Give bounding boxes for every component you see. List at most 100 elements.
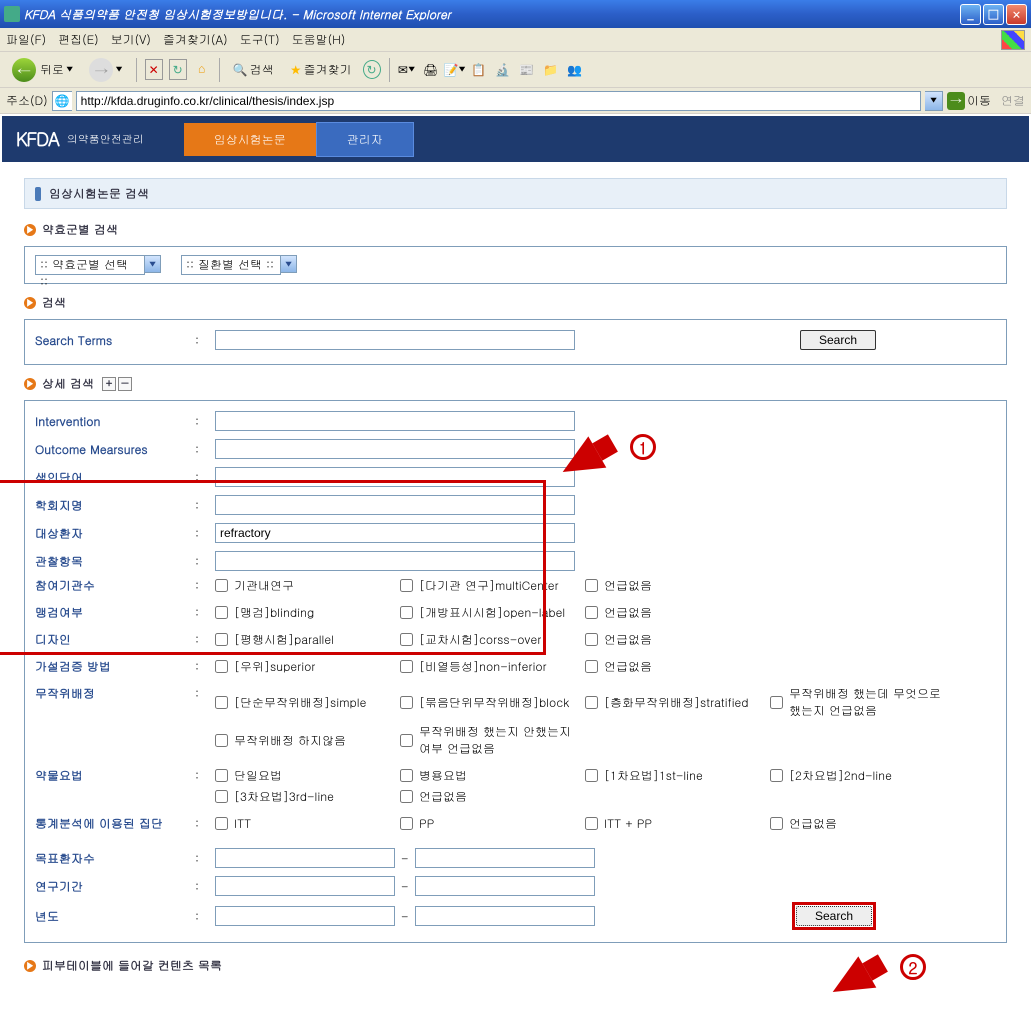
- chk-blind-b[interactable]: [개방표시시험]open-label: [400, 604, 585, 621]
- tab-clinical[interactable]: 임상시험논문: [184, 123, 316, 156]
- chk-blind-c[interactable]: 언급없음: [585, 604, 770, 621]
- select-disease[interactable]: :: 질환별 선택 ::: [181, 255, 281, 275]
- chk-stats-a[interactable]: ITT: [215, 815, 400, 832]
- chk-hyp-a[interactable]: [우위]superior: [215, 658, 400, 675]
- address-dropdown[interactable]: ▼: [925, 91, 943, 111]
- input-year-from[interactable]: [215, 906, 395, 926]
- input-target-from[interactable]: [215, 848, 395, 868]
- chk-rand-f[interactable]: 무작위배정 했는지 안했는지 여부 언급없음: [400, 723, 585, 757]
- forward-button[interactable]: → ▼: [83, 56, 128, 84]
- sub-detail-label: 상세 검색: [42, 375, 94, 392]
- section-main-label: 임상시험논문 검색: [49, 185, 149, 202]
- print-button[interactable]: 🖨: [421, 60, 441, 80]
- label-outcome: Outcome Mearsures: [35, 441, 195, 458]
- chk-hyp-c[interactable]: 언급없음: [585, 658, 770, 675]
- chk-hyp-b[interactable]: [비열등성]non-inferior: [400, 658, 585, 675]
- home-button[interactable]: ⌂: [192, 60, 212, 80]
- chk-stats-c[interactable]: ITT + PP: [585, 815, 770, 832]
- page-icon: 🌐: [52, 91, 72, 111]
- menu-edit[interactable]: 편집(E): [58, 31, 99, 48]
- app-icon: [4, 6, 20, 22]
- input-period-from[interactable]: [215, 876, 395, 896]
- input-observation[interactable]: [215, 551, 575, 571]
- input-search-terms[interactable]: [215, 330, 575, 350]
- kfda-logo: KFDA: [16, 127, 59, 152]
- menu-help[interactable]: 도움말(H): [292, 31, 346, 48]
- history-button[interactable]: ↻: [362, 60, 382, 80]
- search-button[interactable]: 🔍 검색: [227, 59, 280, 80]
- input-year-to[interactable]: [415, 906, 595, 926]
- feed-button[interactable]: 📰: [517, 60, 537, 80]
- chk-rand-e[interactable]: 무작위배정 하지않음: [215, 723, 400, 757]
- chk-drug-b[interactable]: 병용요법: [400, 767, 585, 784]
- chk-inst-b[interactable]: [다기관 연구]multiCenter: [400, 577, 585, 594]
- maximize-button[interactable]: □: [983, 4, 1004, 25]
- expand-button[interactable]: +: [102, 377, 116, 391]
- discuss-button[interactable]: 📋: [469, 60, 489, 80]
- chk-rand-d[interactable]: 무작위배정 했는데 무엇으로 했는지 언급없음: [770, 685, 955, 719]
- back-button[interactable]: ← 뒤로 ▼: [6, 56, 79, 84]
- chk-design-c[interactable]: 언급없음: [585, 631, 770, 648]
- chk-blind-a[interactable]: [맹검]blinding: [215, 604, 400, 621]
- address-input[interactable]: [76, 91, 921, 111]
- collapse-button[interactable]: −: [118, 377, 132, 391]
- chk-stats-d[interactable]: 언급없음: [770, 815, 955, 832]
- chk-stats-b[interactable]: PP: [400, 815, 585, 832]
- chk-rand-c[interactable]: [층화무작위배정]stratified: [585, 685, 770, 719]
- links-label[interactable]: 연결: [1001, 92, 1025, 109]
- bullet-icon: ▶: [24, 960, 36, 972]
- chk-rand-b[interactable]: [묶음단위무작위배정]block: [400, 685, 585, 719]
- chk-drug-a[interactable]: 단일요법: [215, 767, 400, 784]
- input-journal[interactable]: [215, 495, 575, 515]
- tab-admin[interactable]: 관리자: [316, 122, 414, 157]
- research-button[interactable]: 🔬: [493, 60, 513, 80]
- chk-design-b[interactable]: [교차시험]corss-over: [400, 631, 585, 648]
- label-drug: 약물요법: [35, 767, 195, 784]
- menu-tools[interactable]: 도구(T): [240, 31, 280, 48]
- input-period-to[interactable]: [415, 876, 595, 896]
- chevron-down-icon[interactable]: ▼: [281, 255, 297, 273]
- chk-drug-d[interactable]: [2차요법]2nd-line: [770, 767, 955, 784]
- chk-inst-a[interactable]: 기관내연구: [215, 577, 400, 594]
- chk-drug-c[interactable]: [1차요법]1st-line: [585, 767, 770, 784]
- input-keyword[interactable]: [215, 467, 575, 487]
- star-icon: ★: [290, 61, 302, 78]
- chk-drug-e[interactable]: [3차요법]3rd-line: [215, 788, 400, 805]
- minimize-button[interactable]: _: [960, 4, 981, 25]
- select-efficacy[interactable]: :: 약효군별 선택 ::: [35, 255, 145, 275]
- go-button[interactable]: → 이동: [947, 92, 991, 110]
- input-intervention[interactable]: [215, 411, 575, 431]
- search-button-top[interactable]: Search: [800, 330, 876, 350]
- refresh-button[interactable]: ↻: [168, 60, 188, 80]
- edit-button[interactable]: 📝▼: [445, 60, 465, 80]
- menu-view[interactable]: 보기(V): [111, 31, 151, 48]
- chevron-down-icon[interactable]: ▼: [145, 255, 161, 273]
- label-blinding: 맹검여부: [35, 604, 195, 621]
- stop-button[interactable]: ✕: [144, 60, 164, 80]
- label-search-terms: Search Terms: [35, 332, 195, 349]
- input-patient[interactable]: [215, 523, 575, 543]
- detail-box: Intervention: Outcome Mearsures: 색인단어: 학…: [24, 400, 1007, 943]
- back-arrow-icon: ←: [12, 58, 36, 82]
- chk-drug-f[interactable]: 언급없음: [400, 788, 585, 805]
- label-keyword: 색인단어: [35, 469, 195, 486]
- close-button[interactable]: ×: [1006, 4, 1027, 25]
- mail-button[interactable]: ✉▼: [397, 60, 417, 80]
- msn-button[interactable]: 👥: [565, 60, 585, 80]
- input-outcome[interactable]: [215, 439, 575, 459]
- chk-inst-c[interactable]: 언급없음: [585, 577, 770, 594]
- favorites-button[interactable]: ★ 즐겨찾기: [284, 59, 358, 80]
- menu-favorites[interactable]: 즐겨찾기(A): [163, 31, 228, 48]
- sub-detail: ▶ 상세 검색 + −: [24, 375, 1007, 392]
- folder-button[interactable]: 📁: [541, 60, 561, 80]
- menu-file[interactable]: 파일(F): [6, 31, 46, 48]
- chk-design-a[interactable]: [평행시험]parallel: [215, 631, 400, 648]
- label-design: 디자인: [35, 631, 195, 648]
- chk-rand-a[interactable]: [단순무작위배정]simple: [215, 685, 400, 719]
- label-patient: 대상환자: [35, 525, 195, 542]
- search-button-bottom[interactable]: Search: [796, 906, 872, 926]
- kfda-subtitle: 의약품안전관리: [67, 132, 144, 147]
- input-target-to[interactable]: [415, 848, 595, 868]
- sub-efficacy-label: 약효군별 검색: [42, 221, 118, 238]
- kfda-header: KFDA 의약품안전관리 임상시험논문 관리자: [2, 116, 1029, 162]
